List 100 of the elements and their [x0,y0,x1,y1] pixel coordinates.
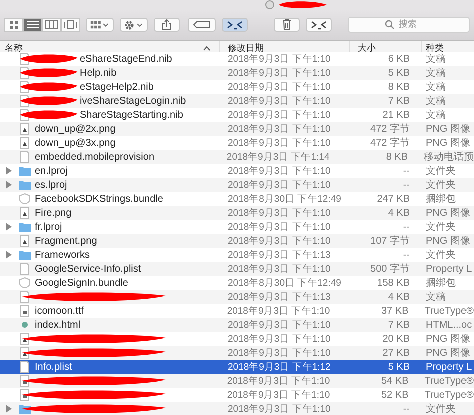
file-name: FacebookSDKStrings.bundle [35,194,164,204]
share-button[interactable] [154,18,180,32]
arrange-button[interactable] [86,18,114,32]
gallery-view-button[interactable] [61,18,80,32]
list-view-button[interactable] [23,18,42,32]
disclosure-triangle-icon[interactable] [6,405,12,413]
kind-cell-text: 文稿 [425,290,446,304]
file-name: Help.nib [80,68,117,78]
file-name: iveShareStageLogin.nib [80,96,186,106]
date-cell-text: 2018年9月3日 下午1:10 [227,262,332,276]
file-row[interactable]: Info.plist 2018年9月3日 下午1:12 5 KB Property L [0,360,474,374]
terminal-button[interactable] [306,18,332,32]
grid-dropdown-icon [90,20,110,30]
kind-cell-text: 文件夹 [425,402,456,415]
tag-button[interactable] [188,18,216,32]
date-cell-text: 2018年9月3日 下午1:10 [227,318,332,332]
image-file-icon [18,207,32,219]
share-icon [162,19,172,31]
size-cell-text: 4 KB [387,208,410,218]
column-header[interactable]: 种类 [422,41,474,55]
terminal-icon [311,20,327,30]
kind-cell-text: TrueType® [424,376,474,386]
kind-cell-text: PNG 图像 [425,207,470,220]
file-row[interactable]: embedded.mobileprovision 2018年9月3日 下午1:14 8 KB 移动电话预 [0,150,474,164]
file-row[interactable]: 2018年9月3日 下午1:10 54 KB TrueType® [0,374,474,388]
file-row[interactable]: index.html 2018年9月3日 下午1:10 7 KB HTML...oc [0,318,474,332]
size-cell-text: 8 KB [385,152,408,162]
image-file-icon [18,347,32,359]
terminal-icon [227,20,243,30]
file-name: Info.plist [35,362,72,372]
date-cell-text: 2018年9月3日 下午1:10 [227,52,332,66]
font-file-icon [18,375,32,387]
file-row[interactable]: Help.nib 2018年9月3日 下午1:10 5 KB 文稿 [0,66,474,80]
size-cell-text: 158 KB [376,278,410,288]
size-cell-text: 500 字节 [370,262,410,276]
list-icon [26,20,40,30]
terminal-button[interactable] [222,18,248,32]
file-name: ShareStageStarting.nib [80,110,184,120]
document-file-icon [18,361,32,373]
size-cell-text: 8 KB [387,82,410,92]
date-cell-text: 2018年9月3日 下午1:10 [227,164,332,178]
image-file-icon [18,137,32,149]
trash-button[interactable] [274,18,300,32]
file-row[interactable]: 2018年9月3日 下午1:13 4 KB 文稿 [0,290,474,304]
date-cell-text: 2018年9月3日 下午1:10 [226,374,332,388]
date-cell-text: 2018年9月3日 下午1:10 [227,220,332,234]
date-cell-text: 2018年9月3日 下午1:13 [227,248,332,262]
size-cell-text: 5 KB [387,68,410,78]
file-name: index.html [35,320,81,330]
kind-cell-text: Property L [425,264,472,274]
file-row[interactable]: Fire.png 2018年9月3日 下午1:10 4 KB PNG 图像 [0,206,474,220]
size-cell-text: -- [402,404,410,414]
disclosure-triangle-icon[interactable] [6,223,12,231]
file-name: GoogleSignIn.bundle [35,278,128,288]
file-row[interactable]: GoogleService-Info.plist 2018年9月3日 下午1:10 500 字节 Property L [0,262,474,276]
date-cell-text: 2018年9月3日 下午1:13 [227,290,332,304]
kind-cell-text: PNG 图像 [425,137,470,150]
file-name: down_up@2x.png [35,124,116,134]
search-icon [385,20,395,30]
date-cell-text: 2018年9月3日 下午1:10 [227,206,332,220]
size-cell-text: 21 KB [382,110,410,120]
date-cell-text: 2018年9月3日 下午1:10 [226,304,332,318]
file-name: eStageHelp2.nib [80,82,154,92]
disclosure-triangle-icon[interactable] [6,251,12,259]
kind-cell-text: PNG 图像 [425,123,470,136]
file-row[interactable]: es.lproj 2018年9月3日 下午1:10 -- 文件夹 [0,178,474,192]
kind-cell-text: TrueType® [424,390,474,400]
file-name: GoogleService-Info.plist [35,264,142,274]
file-row[interactable]: Fragment.png 2018年9月3日 下午1:10 107 字节 PNG 图像 [0,234,474,248]
kind-cell-text: 文稿 [425,52,446,66]
date-cell-text: 2018年9月3日 下午1:10 [227,80,332,94]
image-file-icon [18,333,32,345]
tag-icon [193,21,211,29]
file-row[interactable]: eShareStageEnd.nib 2018年9月3日 下午1:10 6 KB 文稿 [0,52,474,66]
size-cell-text: 20 KB [382,334,410,344]
size-cell-text: 27 KB [382,348,410,358]
redaction-scribble [277,0,329,10]
kind-cell-text: 捆绑包 [425,192,456,206]
size-cell-text: -- [402,222,410,232]
file-name: down_up@3x.png [35,138,116,148]
action-button[interactable] [120,18,148,32]
date-cell-text: 2018年9月3日 下午1:10 [226,388,332,402]
date-cell-text: 2018年9月3日 下午1:12 [227,360,332,374]
date-cell-text: 2018年9月3日 下午1:10 [227,94,332,108]
size-cell-text: -- [402,250,410,260]
size-cell-text: 6 KB [387,54,410,64]
size-cell-text: -- [402,166,410,176]
bundle-file-icon [18,277,32,289]
size-cell-text: -- [402,180,410,190]
file-name: Fire.png [35,208,72,218]
date-cell-text: 2018年9月3日 下午1:10 [227,66,332,80]
file-row[interactable]: iveShareStageLogin.nib 2018年9月3日 下午1:10 7 KB 文稿 [0,94,474,108]
icons-view-button[interactable] [4,18,23,32]
date-cell-text: 2018年9月3日 下午1:10 [227,122,332,136]
columns-view-button[interactable] [42,18,61,32]
search-field[interactable]: 搜索 [348,17,470,33]
file-row[interactable]: 2018年9月3日 下午1:10 -- 文件夹 [0,402,474,415]
file-row[interactable]: down_up@2x.png 2018年9月3日 下午1:10 472 字节 PNG 图像 [0,122,474,136]
file-row[interactable]: 2018年9月3日 下午1:10 27 KB PNG 图像 [0,346,474,360]
kind-cell-text: 捆绑包 [425,276,456,290]
